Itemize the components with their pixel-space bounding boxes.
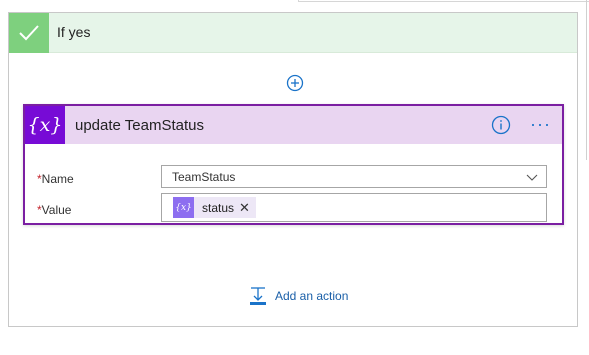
value-label-text: Value xyxy=(41,203,72,217)
branch-header[interactable]: If yes xyxy=(9,13,577,53)
add-action-button[interactable]: Add an action xyxy=(248,285,348,307)
name-dropdown[interactable]: TeamStatus xyxy=(161,165,547,188)
variable-icon: {x} xyxy=(25,106,65,144)
info-icon[interactable] xyxy=(491,115,511,135)
branch-title: If yes xyxy=(57,24,91,40)
token-label: status xyxy=(202,200,235,215)
name-dropdown-value: TeamStatus xyxy=(172,170,236,184)
card-title[interactable]: update TeamStatus xyxy=(75,117,204,134)
card-header[interactable]: {x} update TeamStatus ··· xyxy=(25,106,562,144)
outer-frame-edge xyxy=(298,0,589,2)
scroll-divider xyxy=(586,0,587,160)
value-input[interactable]: {x} status ✕ xyxy=(161,193,547,222)
name-label-text: Name xyxy=(41,172,74,186)
action-card: {x} update TeamStatus ··· *Name TeamStat… xyxy=(23,104,564,225)
checkmark-icon xyxy=(9,13,49,53)
add-action-label: Add an action xyxy=(275,289,349,303)
close-icon[interactable]: ✕ xyxy=(239,200,250,216)
variable-icon: {x} xyxy=(173,197,194,218)
name-label: *Name xyxy=(37,172,74,186)
if-yes-branch: If yes {x} update TeamStatus ··· *Name T… xyxy=(8,12,578,327)
add-step-icon[interactable] xyxy=(286,74,304,92)
more-icon[interactable]: ··· xyxy=(530,115,551,133)
add-action-icon xyxy=(250,287,266,305)
chevron-down-icon xyxy=(526,171,538,181)
value-label: *Value xyxy=(37,203,71,217)
status-token[interactable]: {x} status ✕ xyxy=(173,197,256,218)
